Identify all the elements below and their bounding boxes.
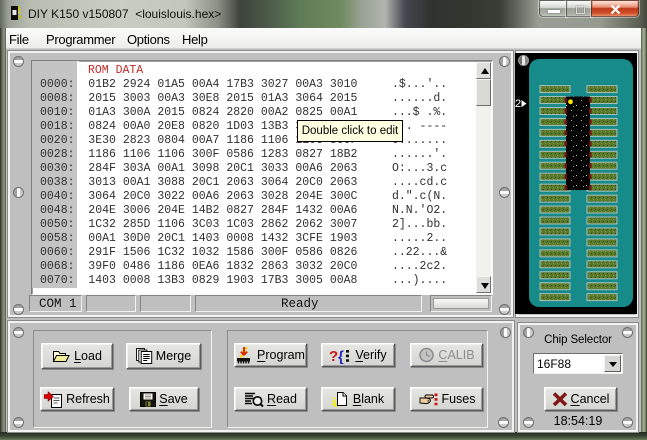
svg-text:{: { — [338, 348, 344, 364]
svg-text:2: 2 — [515, 98, 521, 110]
svg-text:?: ? — [329, 348, 338, 364]
